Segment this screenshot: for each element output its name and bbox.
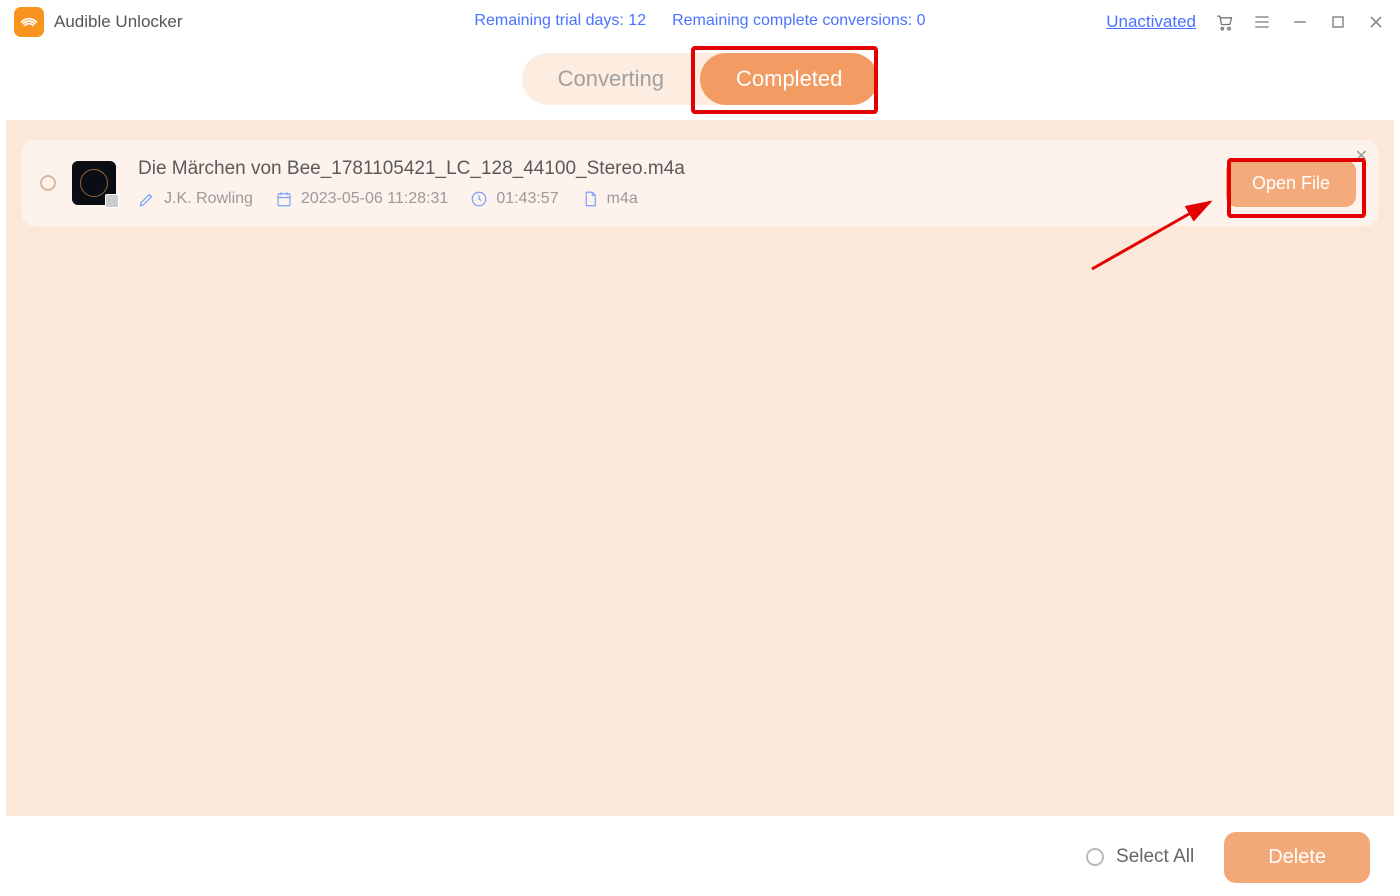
titlebar-right: Unactivated <box>1106 12 1386 32</box>
cart-icon[interactable] <box>1214 12 1234 32</box>
clock-icon <box>470 190 488 208</box>
calendar-icon <box>275 190 293 208</box>
item-info: Die Märchen von Bee_1781105421_LC_128_44… <box>138 158 1226 208</box>
meta-format: m4a <box>581 190 638 208</box>
minimize-icon[interactable] <box>1290 12 1310 32</box>
pen-icon <box>138 190 156 208</box>
meta-duration: 01:43:57 <box>470 190 558 208</box>
bottom-bar: Select All Delete <box>0 818 1400 896</box>
item-format: m4a <box>607 190 638 208</box>
close-icon[interactable] <box>1366 12 1386 32</box>
app-logo <box>14 7 44 37</box>
remove-item-icon[interactable]: ✕ <box>1355 146 1368 166</box>
meta-date: 2023-05-06 11:28:31 <box>275 190 448 208</box>
open-file-button[interactable]: Open File <box>1226 160 1356 207</box>
tabs-row: Converting Completed <box>0 44 1400 114</box>
app-title: Audible Unlocker <box>54 12 183 32</box>
status-center: Remaining trial days: 12 Remaining compl… <box>474 12 925 30</box>
item-meta: J.K. Rowling 2023-05-06 11:28:31 01:43:5… <box>138 190 1226 208</box>
item-author: J.K. Rowling <box>164 190 253 208</box>
trial-label: Remaining trial days: <box>474 12 623 29</box>
cover-tag-icon <box>105 194 119 208</box>
completed-item-card: Die Märchen von Bee_1781105421_LC_128_44… <box>22 140 1378 226</box>
tab-converting[interactable]: Converting <box>522 53 700 105</box>
tab-completed[interactable]: Completed <box>700 53 878 105</box>
titlebar: Audible Unlocker Remaining trial days: 1… <box>0 0 1400 44</box>
item-cover <box>72 161 116 205</box>
select-all-checkbox[interactable] <box>1086 848 1104 866</box>
item-date: 2023-05-06 11:28:31 <box>301 190 448 208</box>
item-duration: 01:43:57 <box>496 190 558 208</box>
trial-value: 12 <box>628 12 646 29</box>
conv-label: Remaining complete conversions: <box>672 12 912 29</box>
menu-icon[interactable] <box>1252 12 1272 32</box>
unactivated-link[interactable]: Unactivated <box>1106 12 1196 32</box>
maximize-icon[interactable] <box>1328 12 1348 32</box>
item-checkbox[interactable] <box>40 175 56 191</box>
conv-value: 0 <box>917 12 926 29</box>
conversion-status: Remaining complete conversions: 0 <box>672 12 925 30</box>
select-all-label: Select All <box>1116 846 1194 868</box>
meta-author: J.K. Rowling <box>138 190 253 208</box>
file-icon <box>581 190 599 208</box>
item-title: Die Märchen von Bee_1781105421_LC_128_44… <box>138 158 1226 180</box>
content-area: Die Märchen von Bee_1781105421_LC_128_44… <box>6 120 1394 816</box>
tabs-pill: Converting Completed <box>522 53 879 105</box>
delete-button[interactable]: Delete <box>1224 832 1370 883</box>
select-all-wrap: Select All <box>1086 846 1194 868</box>
trial-status: Remaining trial days: 12 <box>474 12 646 30</box>
